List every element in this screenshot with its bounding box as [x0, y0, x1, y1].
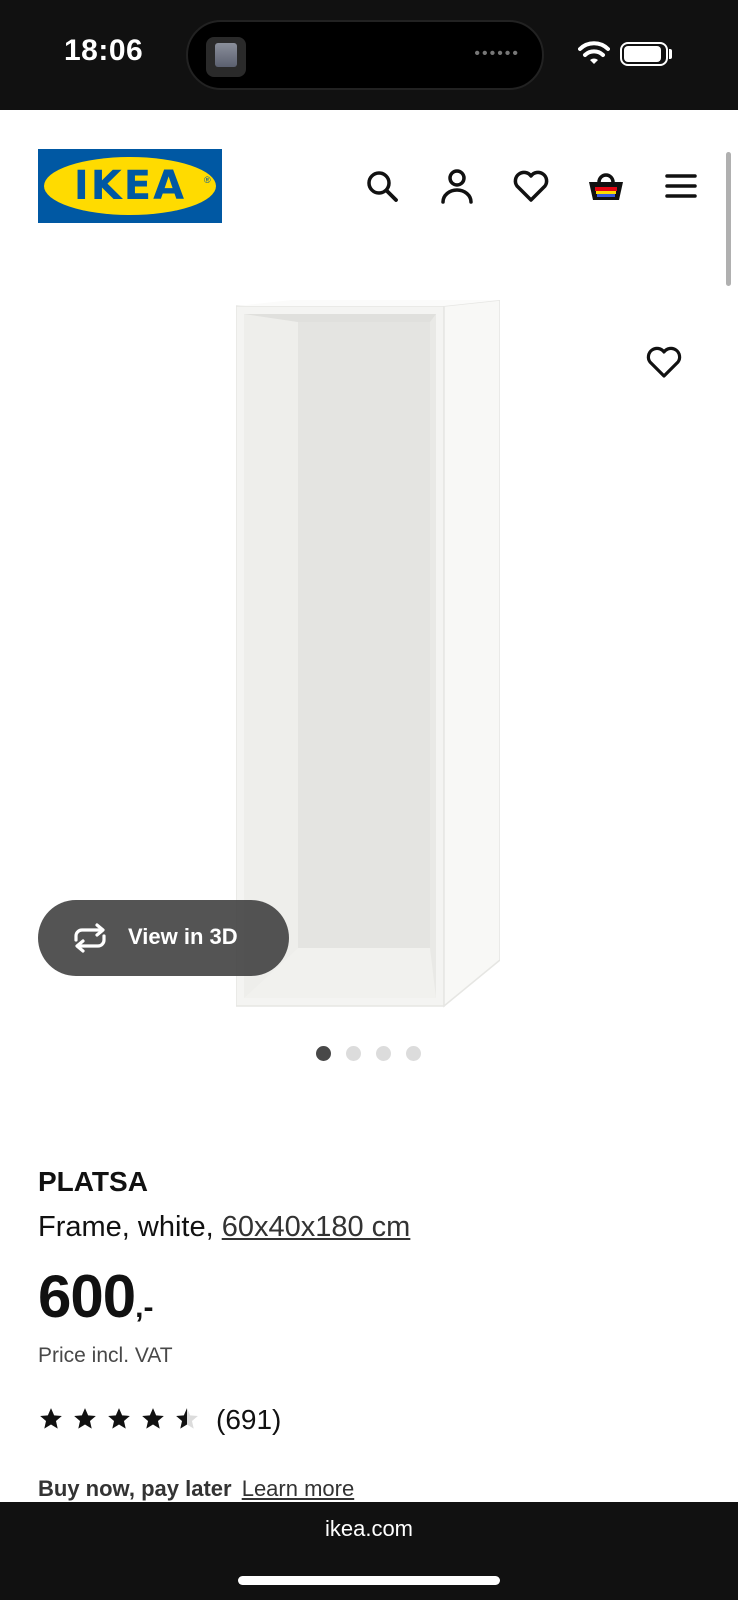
star-half-icon [176, 1408, 198, 1429]
cart-icon[interactable] [586, 166, 626, 206]
status-bar: 18:06 •••••• [0, 0, 738, 110]
rotate-3d-icon [70, 922, 110, 954]
view-in-3d-label: View in 3D [128, 924, 238, 949]
ikea-logo[interactable]: IKEA ® [38, 149, 222, 223]
star-full-icon [142, 1408, 164, 1429]
activity-dots: •••••• [474, 45, 520, 62]
logo-oval: IKEA ® [44, 157, 216, 215]
vat-note: Price incl. VAT [38, 1344, 173, 1367]
wifi-icon [578, 40, 610, 71]
logo-text: IKEA [73, 163, 187, 209]
search-icon[interactable] [362, 166, 402, 206]
product-description: Frame, white, 60x40x180 cm [38, 1211, 410, 1244]
star-full-icon [74, 1408, 96, 1429]
now-playing-thumbnail [206, 37, 246, 77]
price-amount: 600 [38, 1263, 136, 1330]
status-time: 18:06 [64, 34, 144, 67]
logo-registered-mark: ® [204, 175, 211, 185]
product-image[interactable] [235, 299, 501, 1010]
dynamic-island: •••••• [186, 20, 544, 90]
favourites-icon[interactable] [511, 166, 551, 206]
gallery-dot[interactable] [376, 1046, 391, 1061]
menu-icon[interactable] [661, 166, 701, 206]
product-price: 600,- [38, 1262, 153, 1331]
gallery-dot[interactable] [316, 1046, 331, 1061]
heart-icon [646, 346, 682, 378]
product-name: PLATSA [38, 1166, 148, 1197]
add-to-favourites-button[interactable] [644, 342, 684, 382]
page-scrollbar[interactable] [726, 152, 731, 286]
financing-title: Buy now, pay later [38, 1476, 232, 1501]
product-description-text: Frame, white, [38, 1211, 222, 1243]
learn-more-link[interactable]: Learn more [242, 1476, 355, 1501]
star-full-icon [108, 1408, 130, 1429]
battery-icon [620, 42, 668, 66]
url-label[interactable]: ikea.com [0, 1516, 738, 1542]
financing-banner: Buy now, pay later Learn more [38, 1476, 354, 1502]
account-icon[interactable] [437, 166, 477, 206]
battery-tip [669, 49, 672, 59]
star-full-icon [40, 1408, 62, 1429]
product-size-link[interactable]: 60x40x180 cm [222, 1211, 411, 1243]
gallery-dot[interactable] [406, 1046, 421, 1061]
view-in-3d-button[interactable]: View in 3D [38, 900, 289, 976]
browser-address-bar[interactable]: ikea.com [0, 1502, 738, 1600]
review-count[interactable]: (691) [216, 1404, 281, 1436]
price-suffix: ,- [135, 1291, 154, 1324]
gallery-dot[interactable] [346, 1046, 361, 1061]
home-indicator[interactable] [238, 1576, 500, 1585]
